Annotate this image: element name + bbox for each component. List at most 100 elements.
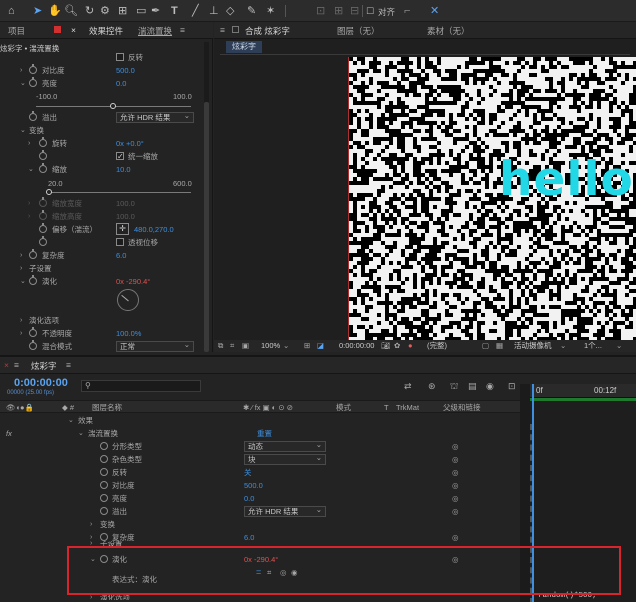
stopwatch-icon[interactable] [100,455,108,463]
zoom-tool-icon[interactable]: 🔍︎ [64,4,78,18]
rotation-value[interactable]: 0x +0.0° [116,137,144,150]
panel-menu-icon[interactable]: ≡ [180,25,185,35]
pickwhip-icon[interactable]: ◎ [452,479,459,492]
tab-composition[interactable]: 合成 炫彩字 [245,25,290,37]
scale-slider-knob[interactable] [46,189,52,195]
view-axis-icon[interactable]: ⊟ [350,4,359,18]
perspective-checkbox[interactable] [116,238,124,246]
pickwhip-icon[interactable]: ◎ [452,440,459,453]
stopwatch-icon[interactable] [29,327,37,337]
expand-arrow-icon[interactable]: › [28,137,30,150]
collapse-arrow-icon[interactable]: ⌄ [28,163,34,176]
tab-project[interactable]: 项目 [8,25,25,37]
stopwatch-icon[interactable] [100,533,108,541]
comp-chip[interactable]: 炫彩字 [226,41,262,53]
camera-snapshot-icon[interactable]: 📷︎ [381,340,391,352]
pickwhip-icon[interactable]: ◎ [452,453,459,466]
stopwatch-icon[interactable] [100,494,108,502]
frame-blending-icon[interactable]: ▤ [468,381,477,392]
expand-arrow-icon[interactable]: › [20,262,22,275]
rotate-tool-icon[interactable]: ↻ [85,4,94,18]
offset-value[interactable]: 480.0,270.0 [134,223,174,236]
stopwatch-icon[interactable] [39,223,47,233]
panel-menu-icon[interactable]: ≡ [220,25,225,35]
puppet-pin-icon[interactable]: ✶ [266,4,275,18]
roi-icon[interactable]: ▢ [482,340,489,352]
graph-editor-icon[interactable]: ⊡ [508,381,516,392]
tab-layer[interactable]: 图层（无） [337,25,380,37]
work-area-bar[interactable] [530,398,636,401]
snap-target-icon[interactable]: ✕ [430,4,439,18]
pickwhip-icon[interactable]: ◎ [452,505,459,518]
col-mode[interactable]: 模式 [336,401,351,414]
stopwatch-icon[interactable] [39,163,47,173]
color-wheel-icon[interactable]: ● [408,340,413,352]
crosshair-icon[interactable]: ✛ [116,223,129,235]
shy-layers-icon[interactable]: ⛫ [450,381,458,393]
region-icon[interactable]: ▣ [242,340,249,352]
transparency-icon[interactable]: ▦ [496,340,503,352]
zoom-chevron-icon[interactable]: ⌄ [283,340,289,352]
stopwatch-icon[interactable] [100,468,108,476]
stopwatch-icon[interactable] [100,481,108,489]
col-trkmat[interactable]: TrkMat [396,401,419,414]
camera-tool-icon[interactable]: ⚙ [100,4,110,18]
stopwatch-icon[interactable] [39,150,47,160]
draft-3d-icon[interactable]: ⊛ [428,381,436,392]
grid-toggle-icon[interactable]: ⧉ [218,340,223,352]
expand-arrow-icon[interactable]: › [20,327,22,340]
collapse-arrow-icon[interactable]: ⌄ [78,427,84,440]
blend-mode-dropdown[interactable]: 正常 [116,340,194,352]
pickwhip-icon[interactable]: ◎ [452,466,459,479]
motion-blur-icon[interactable]: ◉ [486,381,494,392]
brightness-value[interactable]: 0.0 [116,77,126,90]
fx-icon[interactable]: fx [6,427,12,440]
col-parent[interactable]: 父级和链接 [443,401,481,414]
stopwatch-icon[interactable] [29,249,37,259]
evolution-value[interactable]: 0x -290.4° [116,275,150,288]
scrollbar[interactable] [204,42,209,352]
resolution-dropdown[interactable]: (完整) [427,340,447,352]
local-axis-icon[interactable]: ⊡ [316,4,325,18]
tab-layer-name[interactable]: 湍流置换 [138,25,172,37]
show-snapshot-icon[interactable]: ✿ [394,340,400,352]
lock-icon[interactable] [54,26,61,33]
stopwatch-icon[interactable] [29,77,37,87]
camera-chevron-icon[interactable]: ⌄ [560,340,566,352]
contrast-value[interactable]: 500.0 [116,64,135,77]
hello-text[interactable]: hello [499,150,634,210]
scale-value[interactable]: 10.0 [116,163,131,176]
snap-edge-icon[interactable]: ⌐ [404,4,410,18]
property-dropdown[interactable]: 块 [244,453,326,465]
snap-checkbox[interactable]: ☐ [366,4,374,18]
current-timecode[interactable]: 0:00:00:00 [339,340,374,352]
col-t[interactable]: T [384,401,389,414]
complexity-value[interactable]: 6.0 [116,249,126,262]
expand-arrow-icon[interactable]: › [20,314,22,327]
brush-tool-icon[interactable]: ╱ [192,4,199,18]
fit-icon[interactable]: ⊞ [304,340,310,352]
pickwhip-icon[interactable]: ◎ [452,492,459,505]
evolution-dial[interactable] [117,289,139,311]
pen-tool-icon[interactable]: ✒ [151,4,160,18]
stopwatch-icon[interactable] [29,64,37,74]
roto-brush-icon[interactable]: ✎ [247,4,256,18]
property-value[interactable]: 关 [244,466,252,479]
expand-arrow-icon[interactable]: › [90,518,92,531]
lock-icon[interactable] [232,26,239,33]
overflow-dropdown[interactable]: 允许 HDR 结果 [116,111,194,123]
expand-arrow-icon[interactable]: › [20,64,22,77]
stopwatch-icon[interactable] [39,236,47,246]
scrollbar-thumb[interactable] [204,102,209,352]
stopwatch-icon[interactable] [29,275,37,285]
timeline-timecode[interactable]: 0:00:00:00 [14,377,68,389]
timeline-search-input[interactable]: ⚲ [81,380,201,392]
property-value[interactable]: 0.0 [244,492,254,505]
property-value[interactable]: 500.0 [244,479,263,492]
zoom-level[interactable]: 100% [261,340,280,352]
clone-stamp-icon[interactable]: ⊥ [209,4,219,18]
expand-arrow-icon[interactable]: › [20,249,22,262]
channel-icon[interactable]: ⌗ [230,340,234,352]
invert-checkbox[interactable] [116,53,124,61]
tab-effect-controls[interactable]: 效果控件 [89,25,123,37]
